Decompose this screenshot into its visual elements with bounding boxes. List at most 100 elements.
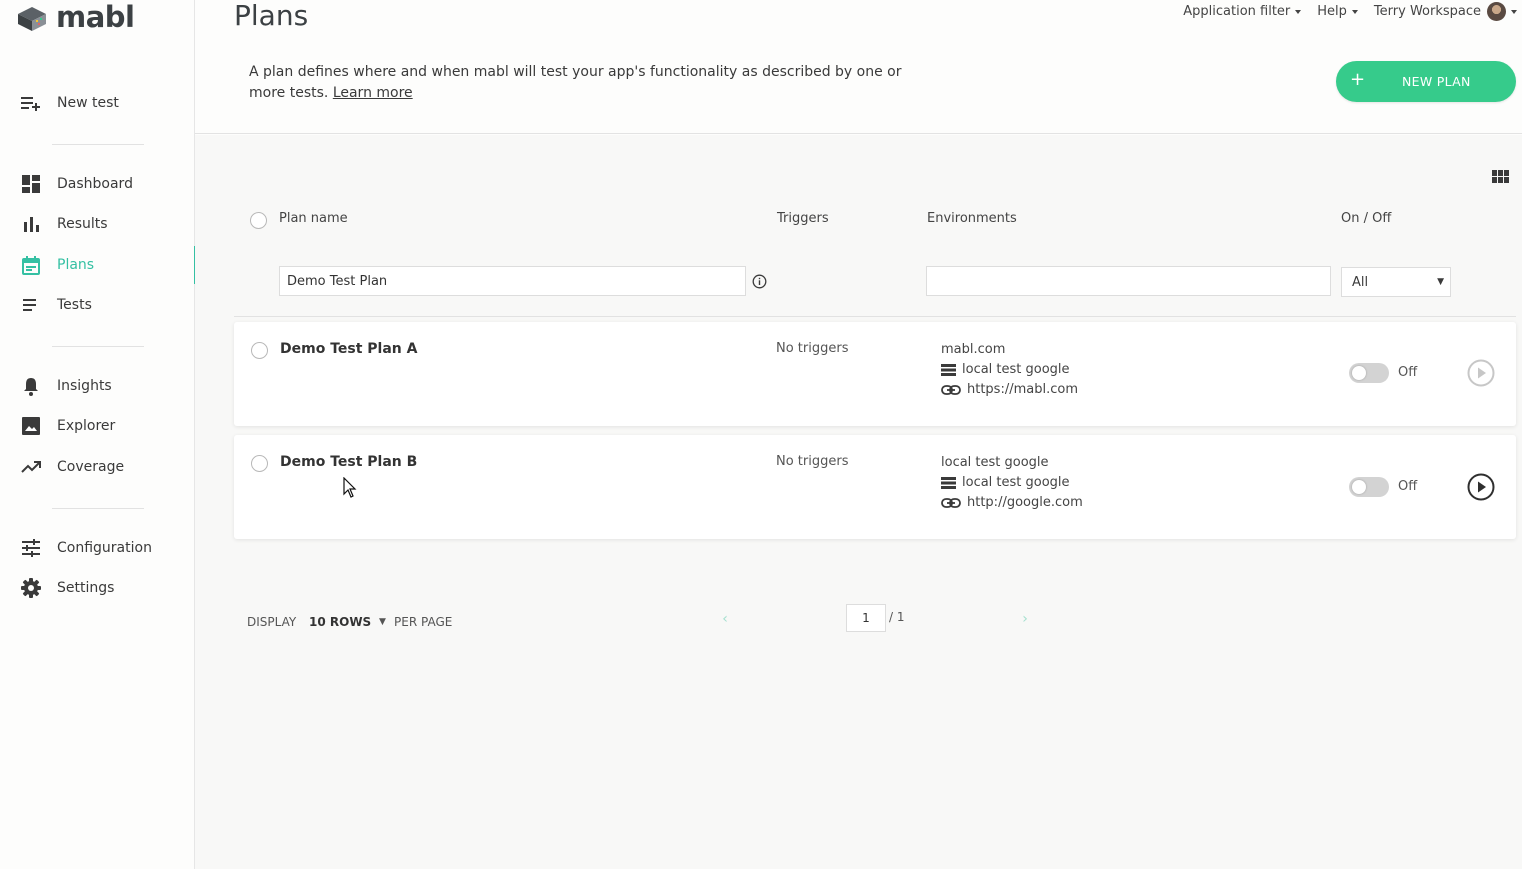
sidebar-item-plans[interactable]: Plans: [0, 245, 196, 285]
sidebar-divider: [52, 508, 144, 509]
environment-name: local test google: [941, 455, 1049, 470]
sidebar-item-tests[interactable]: Tests: [0, 285, 195, 325]
mouse-cursor-icon: [343, 476, 357, 503]
table-row[interactable]: Demo Test Plan B No triggers local test …: [234, 435, 1516, 539]
plan-toggle[interactable]: [1349, 363, 1389, 383]
new-plan-label: NEW PLAN: [1402, 74, 1471, 89]
help-dropdown[interactable]: Help: [1317, 4, 1358, 19]
playlist-add-icon: [21, 93, 41, 113]
sidebar-item-label: Coverage: [57, 459, 125, 475]
workspace-label: Terry Workspace: [1373, 4, 1481, 19]
sidebar-item-label: Results: [57, 216, 108, 232]
sidebar-item-label: Plans: [57, 257, 95, 273]
top-menu: Application filter Help Terry Workspace: [1167, 2, 1517, 21]
page-title: Plans: [234, 0, 309, 32]
sidebar-item-results[interactable]: Results: [0, 204, 195, 244]
table-row[interactable]: Demo Test Plan A No triggers mabl.com lo…: [234, 322, 1516, 426]
credential-name: local test google: [962, 362, 1070, 377]
new-test-button[interactable]: New test: [0, 83, 195, 123]
mabl-logo-icon: [18, 7, 46, 31]
bell-icon: [21, 376, 41, 396]
application-filter-label: Application filter: [1183, 4, 1291, 19]
trending-up-icon: [21, 457, 41, 477]
sidebar-item-dashboard[interactable]: Dashboard: [0, 164, 195, 204]
avatar: [1487, 2, 1506, 21]
new-plan-button[interactable]: + NEW PLAN: [1336, 61, 1516, 102]
calendar-icon: [21, 255, 41, 275]
sidebar-item-label: Configuration: [57, 540, 152, 556]
plan-triggers: No triggers: [776, 454, 849, 469]
previous-page-icon[interactable]: ‹: [715, 609, 735, 629]
on-off-filter-value: All: [1352, 274, 1369, 290]
plan-name[interactable]: Demo Test Plan B: [280, 454, 417, 470]
link-icon: [941, 496, 963, 510]
credential-name: local test google: [962, 475, 1070, 490]
next-page-icon[interactable]: ›: [1015, 609, 1035, 629]
link-icon: [941, 383, 963, 397]
page-number-input[interactable]: 1: [846, 604, 886, 632]
gear-icon: [21, 578, 41, 598]
pagination-display-label: DISPLAY: [247, 615, 297, 629]
info-icon[interactable]: [752, 274, 767, 293]
sidebar-item-explorer[interactable]: Explorer: [0, 406, 195, 446]
sidebar-divider: [52, 346, 144, 347]
plan-environments: mabl.com local test google https://mabl.…: [941, 340, 1078, 400]
caret-down-icon: [1511, 9, 1517, 14]
select-all-radio[interactable]: [250, 212, 267, 229]
plan-environments: local test google local test google http…: [941, 453, 1083, 513]
database-icon: [941, 476, 958, 490]
sidebar-item-coverage[interactable]: Coverage: [0, 447, 195, 487]
plus-icon: +: [1350, 69, 1366, 90]
run-plan-button[interactable]: [1467, 359, 1495, 387]
list-icon: [21, 295, 41, 315]
learn-more-link[interactable]: Learn more: [333, 85, 413, 101]
column-header-on-off: On / Off: [1341, 211, 1392, 226]
run-plan-button[interactable]: [1467, 473, 1495, 501]
dropdown-arrow-icon[interactable]: ▼: [379, 617, 386, 627]
rows-per-page-select[interactable]: 10 ROWS: [309, 615, 371, 629]
plan-toggle[interactable]: [1349, 477, 1389, 497]
sidebar-item-label: Dashboard: [57, 176, 133, 192]
image-icon: [21, 416, 41, 436]
bar-chart-icon: [21, 214, 41, 234]
application-filter-dropdown[interactable]: Application filter: [1183, 4, 1302, 19]
play-circle-icon: [1467, 473, 1495, 501]
row-select-radio[interactable]: [251, 342, 268, 359]
dropdown-arrow-icon: ▼: [1437, 277, 1444, 287]
environment-name: mabl.com: [941, 342, 1006, 357]
sidebar-item-label: Explorer: [57, 418, 116, 434]
plan-name[interactable]: Demo Test Plan A: [280, 341, 417, 357]
environment-url[interactable]: https://mabl.com: [967, 380, 1078, 400]
page-description: A plan defines where and when mabl will …: [249, 62, 909, 104]
grid-view-icon[interactable]: [1492, 168, 1509, 187]
column-header-plan-name[interactable]: Plan name: [279, 211, 348, 226]
sidebar-item-settings[interactable]: Settings: [0, 568, 195, 608]
plan-name-filter-input[interactable]: Demo Test Plan: [279, 266, 746, 296]
column-header-triggers: Triggers: [777, 211, 829, 226]
new-test-label: New test: [57, 95, 119, 111]
plan-triggers: No triggers: [776, 341, 849, 356]
dashboard-icon: [21, 174, 41, 194]
column-header-environments: Environments: [927, 211, 1017, 226]
sliders-icon: [21, 538, 41, 558]
sidebar-item-configuration[interactable]: Configuration: [0, 528, 195, 568]
mabl-logo[interactable]: mabl: [16, 0, 135, 34]
database-icon: [941, 363, 958, 377]
sidebar-divider: [52, 144, 144, 145]
workspace-dropdown[interactable]: Terry Workspace: [1374, 2, 1517, 21]
on-off-filter-select[interactable]: All ▼: [1341, 267, 1451, 297]
caret-down-icon: [1295, 9, 1302, 14]
per-page-label: PER PAGE: [394, 615, 453, 629]
table-divider: [234, 316, 1516, 317]
page-header: Plans Application filter Help Terry Work…: [195, 0, 1522, 134]
logo-text: mabl: [56, 0, 135, 34]
url-line: http://google.com: [941, 493, 1083, 513]
environment-filter-input[interactable]: [926, 266, 1331, 296]
plans-content: Plan name Triggers Environments On / Off…: [195, 135, 1522, 869]
url-line: https://mabl.com: [941, 380, 1078, 400]
credential-line: local test google: [941, 360, 1078, 380]
sidebar-item-label: Insights: [57, 378, 112, 394]
environment-url[interactable]: http://google.com: [967, 493, 1083, 513]
sidebar-item-insights[interactable]: Insights: [0, 366, 195, 406]
row-select-radio[interactable]: [251, 455, 268, 472]
